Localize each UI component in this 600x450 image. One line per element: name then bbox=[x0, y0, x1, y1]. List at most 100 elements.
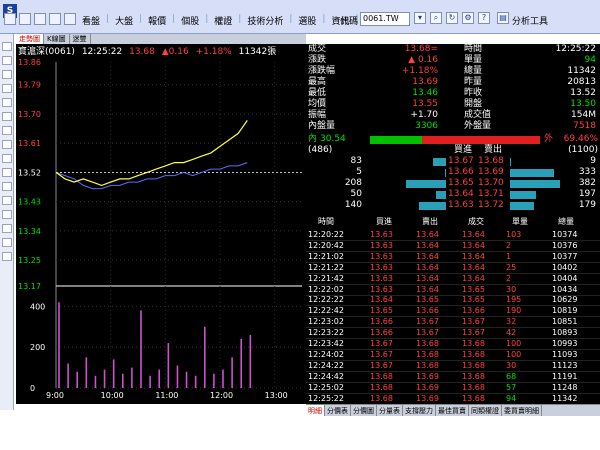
tab-related-warrants[interactable]: 同類權證 bbox=[469, 405, 502, 416]
outer-pct: 69.46% bbox=[563, 134, 598, 144]
bid-price: 13.67 bbox=[448, 156, 474, 166]
menu-item-stock[interactable]: 個股 bbox=[179, 14, 201, 28]
stat-value: 13.69 bbox=[412, 77, 438, 87]
trade-cell: 13.68 bbox=[370, 393, 393, 403]
code-label: 代碼 bbox=[340, 17, 359, 27]
shortcut-button[interactable] bbox=[2, 56, 12, 65]
price-tick-label: 13.17 bbox=[18, 282, 41, 291]
settings-icon[interactable]: ⚙ bbox=[462, 12, 474, 24]
bid-price: 13.64 bbox=[448, 189, 474, 199]
ask-price: 13.69 bbox=[478, 167, 504, 177]
shortcut-button[interactable] bbox=[2, 238, 12, 247]
tab-price-table[interactable]: 分價表 bbox=[325, 405, 351, 416]
shortcut-button[interactable] bbox=[2, 112, 12, 121]
ask-price: 13.68 bbox=[478, 156, 504, 166]
menu-item-screener[interactable]: 選股 bbox=[296, 14, 318, 28]
refresh-icon[interactable]: ↻ bbox=[446, 12, 458, 24]
price-volume-chart[interactable]: 13.86 13.79 13.70 13.61 13.52 13.43 13.34 13.25… bbox=[16, 58, 306, 404]
stat-value: 12:25:22 bbox=[555, 44, 596, 54]
chart-tabs: 走勢圖 K線圖 迷雙 bbox=[16, 34, 306, 44]
shortcut-button[interactable] bbox=[2, 252, 12, 261]
shortcut-button[interactable] bbox=[2, 42, 12, 51]
price-tick-label: 13.52 bbox=[18, 168, 41, 177]
stat-label: 漲跌幅 bbox=[308, 66, 336, 76]
shortcut-button[interactable] bbox=[2, 168, 12, 177]
code-input[interactable]: 0061.TW bbox=[360, 12, 410, 26]
ask-depth-bar bbox=[510, 169, 554, 177]
stat-row-right: 外盤量 7518 bbox=[464, 121, 596, 132]
stat-row-left: 最低 13.46 bbox=[308, 88, 438, 99]
bid-volume: 208 bbox=[344, 178, 362, 188]
tab-kline[interactable]: K線圖 bbox=[44, 34, 70, 44]
bid-volume: 140 bbox=[344, 200, 362, 210]
stat-label: 最低 bbox=[308, 88, 327, 98]
menu-separator: | bbox=[205, 14, 209, 24]
ask-depth-bar bbox=[510, 158, 511, 166]
window-icon[interactable] bbox=[64, 13, 76, 25]
shortcut-button[interactable] bbox=[2, 126, 12, 135]
back-icon[interactable] bbox=[4, 13, 16, 25]
shortcut-button[interactable] bbox=[2, 70, 12, 79]
tab-volume-table[interactable]: 分量表 bbox=[377, 405, 403, 416]
shortcut-button[interactable] bbox=[2, 224, 12, 233]
shortcut-button[interactable] bbox=[2, 210, 12, 219]
tab-details[interactable]: 明細 bbox=[306, 405, 325, 416]
tab-order-details[interactable]: 委買賣明細 bbox=[502, 405, 542, 416]
ask-depth-bar bbox=[510, 202, 534, 210]
volume-tick-label: 400 bbox=[30, 302, 45, 311]
print-icon[interactable] bbox=[49, 13, 61, 25]
analysis-tools-label[interactable]: 分析工具 bbox=[512, 14, 548, 27]
forward-icon[interactable] bbox=[19, 13, 31, 25]
trades-header: 時間 買進 賣出 成交 單量 總量 bbox=[306, 216, 600, 228]
shortcut-button[interactable] bbox=[2, 196, 12, 205]
stat-value: 20813 bbox=[567, 77, 596, 87]
shortcut-button[interactable] bbox=[2, 182, 12, 191]
trades-header-cell: 賣出 bbox=[422, 217, 438, 226]
bid-volume: 50 bbox=[350, 189, 362, 199]
tab-support-resistance[interactable]: 支撐壓力 bbox=[403, 405, 436, 416]
stat-value: ▲ 0.16 bbox=[408, 55, 438, 65]
trade-row[interactable]: 12:25:22 13.68 13.69 13.68 94 11342 bbox=[306, 393, 600, 405]
trade-cell: 13.69 bbox=[416, 393, 439, 403]
tab-price-chart[interactable]: 分價圖 bbox=[351, 405, 377, 416]
ask-depth-bar bbox=[510, 191, 536, 199]
price-tick-label: 13.70 bbox=[18, 110, 41, 119]
stat-row-left: 最高 13.69 bbox=[308, 77, 438, 88]
tab-other[interactable]: 迷雙 bbox=[70, 34, 91, 44]
intraday-chart-panel: 走勢圖 K線圖 迷雙 寶滬深(0061) 12:25:22 13.68 ▲0.1… bbox=[16, 34, 306, 404]
stat-row-right: 時間 12:25:22 bbox=[464, 44, 596, 55]
home-icon[interactable] bbox=[34, 13, 46, 25]
tab-best-bid-ask[interactable]: 最佳買賣 bbox=[436, 405, 469, 416]
bid-depth-bar bbox=[433, 158, 446, 166]
stat-value: 13.52 bbox=[570, 88, 596, 98]
time-tick-label: 9:00 bbox=[46, 391, 64, 400]
stat-label: 振幅 bbox=[308, 110, 327, 120]
shortcut-button[interactable] bbox=[2, 84, 12, 93]
chart-tool-icon[interactable]: ▤ bbox=[497, 12, 509, 24]
header-pct: +1.18% bbox=[195, 47, 232, 57]
volume-tick-label: 200 bbox=[30, 343, 45, 352]
ask-price: 13.70 bbox=[478, 178, 504, 188]
menu-separator: | bbox=[139, 14, 143, 24]
chart-header: 寶滬深(0061) 12:25:22 13.68 ▲0.16 +1.18% 11… bbox=[18, 44, 276, 58]
outer-label: 外 bbox=[544, 134, 554, 144]
volume-tick-label: 0 bbox=[30, 384, 35, 393]
menu-item-quote[interactable]: 報價 bbox=[146, 14, 168, 28]
menu-item-technical[interactable]: 技術分析 bbox=[245, 14, 285, 28]
tab-intraday[interactable]: 走勢圖 bbox=[16, 34, 44, 44]
price-tick-label: 13.34 bbox=[18, 227, 41, 236]
stat-label: 時間 bbox=[464, 44, 483, 54]
menu-item-market[interactable]: 大盤 bbox=[113, 14, 135, 28]
header-volume: 11342張 bbox=[238, 47, 277, 57]
shortcut-button[interactable] bbox=[2, 140, 12, 149]
stat-value: 154M bbox=[571, 110, 596, 120]
search-icon[interactable]: ⌕ bbox=[430, 12, 442, 24]
shortcut-button[interactable] bbox=[2, 98, 12, 107]
chevron-down-icon[interactable]: ▾ bbox=[414, 12, 426, 24]
menu-item-warrant[interactable]: 權證 bbox=[212, 14, 234, 28]
help-icon[interactable]: ? bbox=[478, 12, 490, 24]
shortcut-button[interactable] bbox=[2, 154, 12, 163]
stat-row-right: 開盤 13.50 bbox=[464, 99, 596, 110]
menu-item-watch[interactable]: 看盤 bbox=[80, 14, 102, 28]
header-price: 13.68 bbox=[129, 47, 155, 57]
